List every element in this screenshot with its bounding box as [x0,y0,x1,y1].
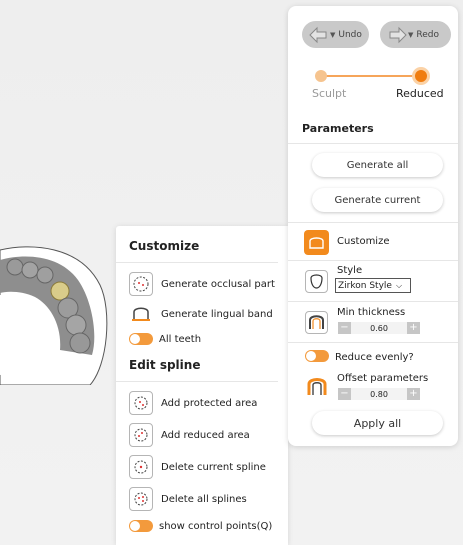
delete-all-splines-icon [129,487,153,511]
divider [288,143,458,144]
occlusal-icon [129,272,153,296]
show-control-points-toggle[interactable] [129,520,153,532]
lingual-band-icon [129,302,153,326]
divider [288,342,458,343]
offset-value[interactable]: 0.80 [351,388,407,400]
delete-all-splines-button[interactable]: Delete all splines [129,484,288,514]
chevron-down-icon: ⌵ [395,280,403,290]
show-control-points-toggle-row[interactable]: show control points(Q) [129,516,288,536]
undo-button[interactable]: ▼ Undo [302,21,369,48]
generate-occlusal-button[interactable]: Generate occlusal part [129,269,288,299]
generate-lingual-label: Generate lingual band [161,308,273,320]
min-thickness-decrement-button[interactable]: − [338,322,351,334]
all-teeth-toggle[interactable] [129,333,153,345]
offset-parameters-icon [305,375,328,398]
customize-button[interactable] [304,230,329,255]
protected-area-icon [129,391,153,415]
undo-arrow-icon [309,26,327,43]
redo-button[interactable]: ▼ Redo [380,21,451,48]
customize-heading: Customize [129,239,200,253]
apply-all-button[interactable]: Apply all [312,411,443,435]
jaw-model-image[interactable] [0,225,120,385]
all-teeth-label: All teeth [159,333,202,345]
show-control-points-label: show control points(Q) [159,520,273,532]
divider [288,222,458,223]
offset-stepper[interactable]: − 0.80 + [338,388,420,400]
all-teeth-toggle-row[interactable]: All teeth [129,329,288,349]
style-select-value: Zirkon Style [338,280,392,291]
redo-arrow-icon [389,26,407,43]
delete-current-spline-button[interactable]: Delete current spline [129,452,288,482]
generate-occlusal-label: Generate occlusal part [161,278,275,290]
offset-decrement-button[interactable]: − [338,388,351,400]
style-label: Style [337,265,363,276]
stage-slider[interactable] [315,67,430,85]
divider [288,301,458,302]
add-reduced-area-label: Add reduced area [161,429,250,441]
offset-increment-button[interactable]: + [407,388,420,400]
reduce-evenly-toggle[interactable] [305,350,329,362]
add-reduced-area-button[interactable]: Add reduced area [129,420,288,450]
parameter-panel: ▼ Undo ▼ Redo Sculpt Reduced Parameters … [288,6,458,446]
stage-track [320,75,420,77]
crown-outline-icon [309,236,324,249]
divider [288,260,458,261]
stage-reduced-handle[interactable] [412,67,430,85]
divider [116,262,278,263]
customize-label: Customize [337,236,390,247]
redo-caret-icon[interactable]: ▼ [408,31,413,39]
min-thickness-icon [305,311,328,334]
generate-lingual-button[interactable]: Generate lingual band [129,299,288,329]
divider [116,381,278,382]
stage-sculpt-handle[interactable] [315,70,327,82]
style-select[interactable]: Zirkon Style ⌵ [335,278,411,293]
reduced-area-icon [129,423,153,447]
undo-caret-icon[interactable]: ▼ [330,31,335,39]
customize-panel: Customize Generate occlusal part Generat… [116,226,288,545]
min-thickness-value[interactable]: 0.60 [351,322,407,334]
style-tooth-icon [305,270,328,293]
parameters-heading: Parameters [302,122,374,135]
add-protected-area-button[interactable]: Add protected area [129,388,288,418]
redo-label: Redo [416,29,439,40]
add-protected-area-label: Add protected area [161,397,258,409]
edit-spline-heading: Edit spline [129,358,201,372]
reduce-evenly-label: Reduce evenly? [335,352,414,363]
offset-parameters-label: Offset parameters [337,373,429,384]
generate-all-button[interactable]: Generate all [312,153,443,177]
delete-current-spline-label: Delete current spline [161,461,266,473]
delete-spline-icon [129,455,153,479]
stage-reduced-label[interactable]: Reduced [396,87,444,100]
min-thickness-increment-button[interactable]: + [407,322,420,334]
min-thickness-stepper[interactable]: − 0.60 + [338,322,420,334]
stage-sculpt-label[interactable]: Sculpt [312,87,346,100]
undo-label: Undo [338,29,362,40]
generate-current-button[interactable]: Generate current [312,188,443,212]
delete-all-splines-label: Delete all splines [161,493,247,505]
min-thickness-label: Min thickness [337,307,406,318]
